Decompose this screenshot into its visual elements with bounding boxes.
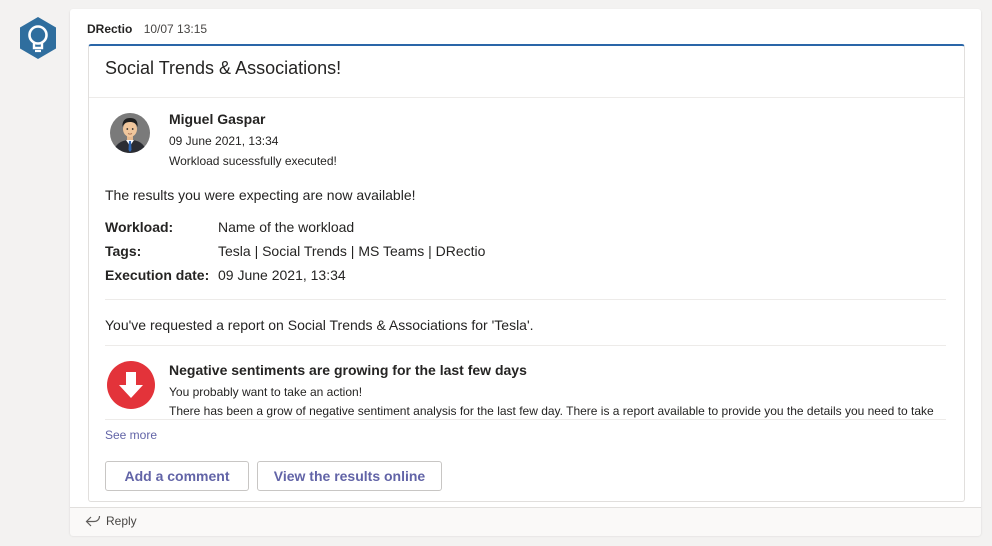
reply-label: Reply (106, 514, 137, 528)
see-more-link[interactable]: See more (105, 428, 157, 442)
arrow-down-circle-icon (106, 360, 156, 410)
person-avatar-icon (110, 113, 150, 153)
avatar (109, 112, 151, 154)
alert-title: Negative sentiments are growing for the … (169, 362, 527, 378)
fact-label: Execution date: (105, 267, 210, 283)
fact-value: Tesla | Social Trends | MS Teams | DRect… (218, 243, 486, 259)
adaptive-card: Social Trends & Associations! Miguel Gas… (88, 44, 965, 502)
alert-body: There has been a grow of negative sentim… (169, 404, 934, 418)
person-status: Workload sucessfully executed! (169, 154, 337, 168)
title-divider (89, 97, 964, 98)
message-header: DRectio 10/07 13:15 (87, 22, 207, 36)
results-text: The results you were expecting are now a… (105, 187, 416, 203)
fact-value: 09 June 2021, 13:34 (218, 267, 346, 283)
bot-avatar[interactable] (16, 16, 60, 60)
fact-value: Name of the workload (218, 219, 355, 235)
section-divider (105, 299, 946, 300)
person-date: 09 June 2021, 13:34 (169, 134, 279, 148)
person-name: Miguel Gaspar (169, 111, 266, 127)
section-divider (105, 419, 946, 420)
section-divider (105, 345, 946, 346)
alert-subtitle: You probably want to take an action! (169, 385, 363, 399)
add-comment-button[interactable]: Add a comment (105, 461, 249, 491)
fact-label: Tags: (105, 243, 142, 259)
sender-name[interactable]: DRectio (87, 22, 132, 36)
message-timestamp: 10/07 13:15 (143, 22, 208, 36)
card-title: Social Trends & Associations! (105, 58, 342, 78)
reply-bar: Reply (70, 507, 981, 536)
reply-button[interactable]: Reply (85, 514, 137, 528)
request-text: You've requested a report on Social Tren… (105, 317, 534, 333)
drectio-logo-icon (20, 17, 56, 59)
chat-message: DRectio 10/07 13:15 Social Trends & Asso… (70, 9, 981, 536)
reply-arrow-icon (85, 515, 101, 527)
fact-label: Workload: (105, 219, 174, 235)
view-results-online-button[interactable]: View the results online (257, 461, 442, 491)
